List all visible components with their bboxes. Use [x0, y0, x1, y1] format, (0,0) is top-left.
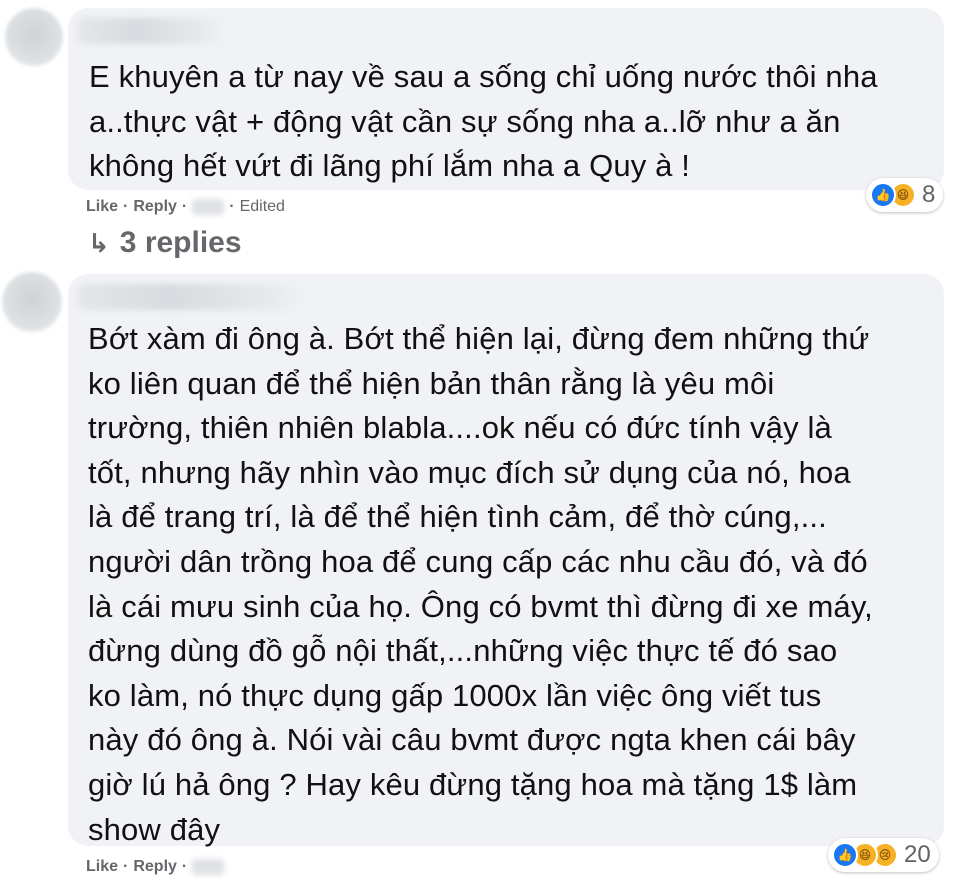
separator-dot: · — [123, 858, 129, 875]
comment-bubble: E khuyên a từ nay về sau a sống chỉ uống… — [68, 8, 944, 190]
avatar[interactable] — [2, 272, 62, 332]
replies-count-label: 3 replies — [119, 226, 242, 259]
author-name-blurred[interactable] — [78, 284, 308, 310]
view-replies-link[interactable]: ↳ 3 replies — [88, 226, 242, 260]
reply-button[interactable]: Reply — [133, 198, 177, 216]
avatar[interactable] — [5, 8, 63, 66]
reply-button[interactable]: Reply — [133, 858, 177, 876]
separator-dot: · — [181, 858, 188, 875]
like-icon: 👍 — [870, 182, 896, 208]
timestamp-blurred[interactable] — [192, 199, 225, 215]
edited-label: Edited — [239, 198, 285, 215]
reaction-count: 8 — [922, 181, 936, 208]
separator-dot: · — [181, 198, 188, 215]
reaction-summary[interactable]: 👍 😆 😢 20 — [828, 838, 939, 872]
comment-actions: Like · Reply · · Edited — [86, 198, 285, 216]
separator-dot: · — [123, 198, 129, 215]
timestamp-blurred[interactable] — [192, 859, 225, 875]
separator-dot: · — [229, 198, 235, 215]
comment-text: E khuyên a từ nay về sau a sống chỉ uống… — [89, 59, 878, 184]
reaction-summary[interactable]: 👍 😆 8 — [866, 178, 944, 212]
like-button[interactable]: Like — [86, 858, 118, 876]
like-button[interactable]: Like — [86, 198, 118, 216]
like-icon: 👍 — [832, 842, 858, 868]
comment-bubble: Bớt xàm đi ông à. Bớt thể hiện lại, đừng… — [68, 274, 944, 847]
comment-text: Bớt xàm đi ông à. Bớt thể hiện lại, đừng… — [88, 321, 873, 847]
reply-arrow-icon: ↳ — [88, 227, 110, 258]
reaction-count: 20 — [904, 841, 931, 868]
comment-actions: Like · Reply · — [86, 858, 225, 876]
author-name-blurred[interactable] — [78, 18, 228, 44]
